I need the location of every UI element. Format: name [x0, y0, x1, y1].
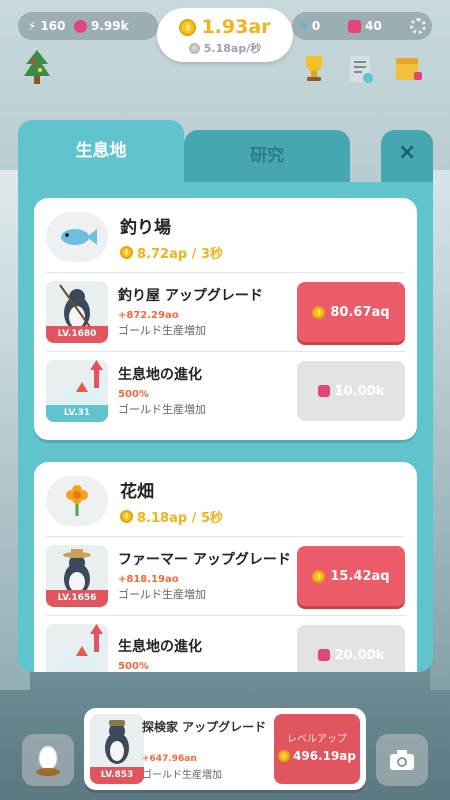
quest-board-icon[interactable] [344, 52, 376, 84]
camera-icon [390, 750, 414, 770]
tab-research-label: 研究 [250, 145, 284, 166]
ice-cliff-right [430, 170, 450, 690]
heart-icon [317, 649, 330, 661]
farmer-penguin-avatar: LV.1656 [46, 545, 108, 607]
trophy-icon[interactable] [298, 52, 330, 84]
gold-counter[interactable]: 1.93ar 5.18ap/秒 [157, 8, 293, 62]
level-up-label: レベルアップ [287, 734, 347, 745]
habitat-rate: 8.72ap / 3秒 [137, 246, 223, 262]
tab-habitat-label: 生息地 [75, 140, 127, 161]
gift-shop-icon[interactable] [392, 52, 424, 84]
upgrade-title: 生息地の進化 [118, 639, 202, 655]
christmas-tree-icon[interactable] [22, 48, 52, 86]
flower-icon [46, 476, 108, 526]
upgrade-title: 釣り屋 アップグレード [118, 287, 263, 304]
upgrade-desc: ゴールド生産増加 [142, 770, 222, 781]
gear-icon[interactable] [410, 18, 426, 34]
evolve-price: 10.00k [334, 383, 385, 399]
gold-coin-icon [120, 245, 133, 259]
camera-button[interactable] [376, 734, 428, 786]
panel-body: 釣り場 8.72ap / 3秒 LV.1680 釣り屋 アップグレード +872… [18, 182, 433, 672]
energy-stat: ⚡ 160 [28, 19, 66, 33]
egg-icon [36, 745, 60, 776]
upgrade-desc: ゴールド生産増加 [118, 402, 206, 416]
tab-research[interactable]: 研究 [184, 130, 350, 184]
gold-total: 1.93ar [201, 16, 271, 38]
gem-value: 40 [365, 19, 382, 33]
upgrade-row: LV.31 生息地の進化 500% ゴールド生産増加 10.00k [46, 351, 405, 430]
gold-rate: 5.18ap/秒 [203, 42, 262, 55]
fisher-penguin-avatar: LV.1680 [46, 281, 108, 343]
habitat-title: 花畑 [120, 481, 154, 502]
silver-coin-icon [188, 42, 200, 54]
energy-icon: ⚡ [28, 19, 37, 33]
gold-coin-icon [312, 305, 326, 319]
upgrade-row: LV.1680 釣り屋 アップグレード +872.29ao ゴールド生産増加 8… [46, 272, 405, 351]
buy-upgrade-button[interactable]: 15.42aq [297, 546, 405, 606]
bolt-stat: ϟ 0 [300, 19, 320, 33]
level-badge: LV.1656 [46, 590, 108, 607]
bolt-icon: ϟ [300, 19, 308, 33]
heart-value: 9.99k [91, 19, 129, 33]
habitat-evolution-avatar: LV.31 [46, 360, 108, 422]
heart-icon [317, 385, 330, 397]
gem-stat: 40 [348, 19, 382, 33]
energy-value: 160 [40, 19, 66, 33]
upgrade-bonus: +647.96an [142, 754, 197, 764]
level-badge: LV.1680 [46, 326, 108, 343]
close-icon[interactable]: × [381, 130, 433, 184]
upgrade-bonus: +818.19ao [118, 573, 179, 585]
level-badge: LV.31 [46, 405, 108, 422]
level-up-price: 496.19ap [293, 749, 356, 763]
tab-habitat[interactable]: 生息地 [18, 120, 184, 184]
evolve-button[interactable]: 20.00k [297, 625, 405, 672]
upgrade-title: 生息地の進化 [118, 366, 202, 383]
habitat-card-fishing: 釣り場 8.72ap / 3秒 LV.1680 釣り屋 アップグレード +872… [34, 198, 417, 440]
habitat-evolution-avatar [46, 624, 108, 672]
level-up-button[interactable]: レベルアップ 496.19ap [274, 714, 360, 784]
gold-coin-icon [179, 18, 197, 36]
top-bar: ⚡ 160 9.99k 1.93ar 5.18ap/秒 ϟ 0 40 [18, 8, 432, 62]
fish-icon [46, 212, 108, 262]
habitat-rate: 8.18ap / 5秒 [137, 510, 223, 526]
upgrade-title: 探検家 アップグレード [142, 720, 267, 734]
gold-coin-icon [312, 569, 326, 583]
evolve-price: 20.00k [334, 647, 385, 663]
level-badge: LV.853 [90, 767, 144, 784]
heart-icon [74, 19, 87, 33]
habitat-title: 釣り場 [120, 217, 171, 238]
upgrade-row: 生息地の進化 500% 20.00k [46, 615, 405, 672]
upgrade-bonus: +872.29ao [118, 309, 179, 321]
gem-icon [348, 19, 361, 33]
upgrade-price: 15.42aq [330, 568, 390, 584]
upgrade-bonus: 500% [118, 388, 149, 400]
bolt-value: 0 [311, 19, 321, 33]
gold-coin-icon [120, 509, 133, 523]
habitat-card-flower-field: 花畑 8.18ap / 5秒 LV.1656 ファーマー アップグレード +81… [34, 462, 417, 672]
upgrade-bonus: 500% [118, 661, 149, 672]
explorer-upgrade-card: LV.853 探検家 アップグレード +647.96an ゴールド生産増加 レベ… [84, 708, 366, 790]
habitat-panel: 生息地 研究 × 釣り場 8.72ap / 3秒 LV.1680 釣り屋 アップ… [18, 120, 433, 672]
gold-coin-icon [278, 750, 290, 762]
evolve-button[interactable]: 10.00k [297, 361, 405, 421]
buy-upgrade-button[interactable]: 80.67aq [297, 282, 405, 342]
explorer-penguin-avatar: LV.853 [90, 714, 144, 784]
heart-stat: 9.99k [74, 19, 129, 33]
upgrade-row: LV.1656 ファーマー アップグレード +818.19ao ゴールド生産増加… [46, 536, 405, 615]
upgrade-desc: ゴールド生産増加 [118, 587, 206, 601]
upgrade-desc: ゴールド生産増加 [118, 323, 206, 337]
upgrade-title: ファーマー アップグレード [118, 551, 291, 568]
egg-button[interactable] [22, 734, 74, 786]
upgrade-price: 80.67aq [330, 304, 390, 320]
